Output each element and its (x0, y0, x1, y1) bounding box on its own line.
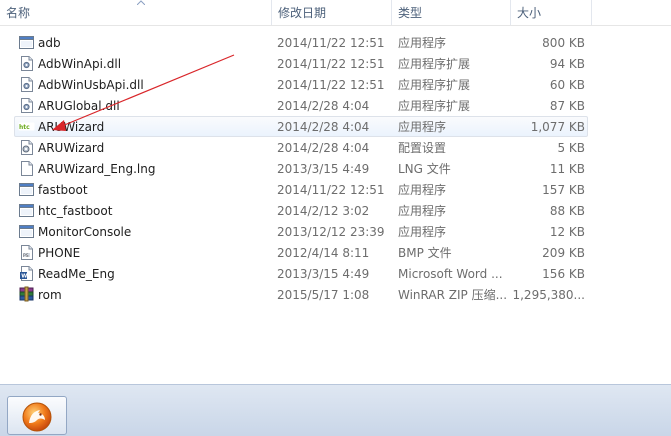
htc-app-icon: htc (18, 118, 35, 135)
file-name: ARUWizard_Eng.lng (38, 162, 156, 176)
file-name: AdbWinUsbApi.dll (38, 78, 144, 92)
file-date: 2014/2/12 3:02 (277, 204, 370, 218)
file-name: adb (38, 36, 61, 50)
file-name: rom (38, 288, 62, 302)
file-date: 2014/2/28 4:04 (277, 141, 370, 155)
file-type: 应用程序 (398, 183, 447, 197)
exe-icon (18, 34, 35, 51)
file-size: 1,295,380... (512, 288, 585, 302)
column-header-type[interactable]: 类型 (392, 0, 511, 25)
svg-text:htc: htc (19, 124, 30, 131)
taskbar (0, 384, 671, 436)
file-name: ARUGlobal.dll (38, 99, 120, 113)
file-date: 2014/2/28 4:04 (277, 99, 370, 113)
file-size: 11 KB (549, 162, 585, 176)
file-type: 应用程序扩展 (398, 99, 471, 113)
file-explorer-window: 名称 修改日期 类型 大小 adb 2014/11/22 12:51 应用程序 800… (0, 0, 671, 384)
file-size: 157 KB (542, 183, 585, 197)
column-name-label: 名称 (6, 6, 31, 20)
file-row[interactable]: AdbWinApi.dll 2014/11/22 12:51 应用程序扩展 94 KB (14, 53, 588, 74)
file-type: 应用程序 (398, 120, 447, 134)
fox-app-icon (21, 401, 53, 433)
winrar-icon (18, 286, 35, 303)
file-row[interactable]: rom 2015/5/17 1:08 WinRAR ZIP 压缩... 1,295,3… (14, 284, 588, 305)
file-size: 60 KB (549, 78, 585, 92)
file-name: ARUWizard (38, 120, 105, 134)
column-type-label: 类型 (398, 6, 423, 20)
file-size: 88 KB (549, 204, 585, 218)
file-row[interactable]: ARUGlobal.dll 2014/2/28 4:04 应用程序扩展 87 KB (14, 95, 588, 116)
column-header-size[interactable]: 大小 (511, 0, 592, 25)
file-date: 2013/3/15 4:49 (277, 162, 370, 176)
file-size: 5 KB (557, 141, 585, 155)
taskbar-app-button[interactable] (7, 396, 67, 435)
file-date: 2014/11/22 12:51 (277, 36, 385, 50)
file-size: 87 KB (549, 99, 585, 113)
file-row[interactable]: PS PHONE 2012/4/14 8:11 BMP 文件 209 KB (14, 242, 588, 263)
file-name: ReadMe_Eng (38, 267, 115, 281)
sort-ascending-icon (137, 0, 145, 5)
svg-text:W: W (21, 274, 27, 280)
file-type: 应用程序 (398, 225, 447, 239)
file-row[interactable]: W ReadMe_Eng 2013/3/15 4:49 Microsoft Word … (14, 263, 588, 284)
file-name: AdbWinApi.dll (38, 57, 122, 71)
file-date: 2013/3/15 4:49 (277, 267, 370, 281)
file-date: 2014/11/22 12:51 (277, 57, 385, 71)
file-icon (18, 160, 35, 177)
file-name: MonitorConsole (38, 225, 132, 239)
file-size: 800 KB (542, 36, 585, 50)
dll-icon (18, 55, 35, 72)
column-header-name[interactable]: 名称 (0, 0, 272, 25)
file-row[interactable]: htc_fastboot 2014/2/12 3:02 应用程序 88 KB (14, 200, 588, 221)
file-date: 2015/5/17 1:08 (277, 288, 370, 302)
file-type: LNG 文件 (398, 162, 451, 176)
file-date: 2013/12/12 23:39 (277, 225, 385, 239)
dll-icon (18, 76, 35, 93)
file-row[interactable]: ARUWizard_Eng.lng 2013/3/15 4:49 LNG 文件 11 … (14, 158, 588, 179)
file-date: 2012/4/14 8:11 (277, 246, 370, 260)
bmp-icon: PS (18, 244, 35, 261)
file-row[interactable]: fastboot 2014/11/22 12:51 应用程序 157 KB (14, 179, 588, 200)
dll-icon (18, 97, 35, 114)
file-name: fastboot (38, 183, 88, 197)
file-size: 12 KB (549, 225, 585, 239)
file-type: 配置设置 (398, 141, 447, 155)
column-header: 名称 修改日期 类型 大小 (0, 0, 671, 26)
column-size-label: 大小 (517, 6, 542, 20)
file-type: 应用程序 (398, 36, 447, 50)
word-doc-icon: W (18, 265, 35, 282)
column-header-date[interactable]: 修改日期 (272, 0, 392, 25)
exe-icon (18, 223, 35, 240)
file-type: Microsoft Word ... (398, 267, 503, 281)
svg-text:PS: PS (23, 253, 29, 259)
file-name: ARUWizard (38, 141, 105, 155)
exe-icon (18, 181, 35, 198)
file-name: htc_fastboot (38, 204, 113, 218)
file-type: WinRAR ZIP 压缩... (398, 288, 508, 302)
file-size: 209 KB (542, 246, 585, 260)
file-row[interactable]: ARUWizard 2014/2/28 4:04 配置设置 5 KB (14, 137, 588, 158)
file-type: BMP 文件 (398, 246, 452, 260)
file-name: PHONE (38, 246, 81, 260)
file-size: 1,077 KB (530, 120, 585, 134)
file-row[interactable]: MonitorConsole 2013/12/12 23:39 应用程序 12 KB (14, 221, 588, 242)
file-date: 2014/11/22 12:51 (277, 183, 385, 197)
file-row[interactable]: htc ARUWizard 2014/2/28 4:04 应用程序 1,077 KB (14, 116, 588, 137)
file-type: 应用程序扩展 (398, 78, 471, 92)
file-type: 应用程序扩展 (398, 57, 471, 71)
file-date: 2014/11/22 12:51 (277, 78, 385, 92)
file-date: 2014/2/28 4:04 (277, 120, 370, 134)
file-size: 94 KB (549, 57, 585, 71)
file-row[interactable]: AdbWinUsbApi.dll 2014/11/22 12:51 应用程序扩展 60… (14, 74, 588, 95)
file-row[interactable]: adb 2014/11/22 12:51 应用程序 800 KB (14, 32, 588, 53)
file-size: 156 KB (542, 267, 585, 281)
config-icon (18, 139, 35, 156)
file-type: 应用程序 (398, 204, 447, 218)
exe-icon (18, 202, 35, 219)
column-date-label: 修改日期 (278, 6, 327, 20)
